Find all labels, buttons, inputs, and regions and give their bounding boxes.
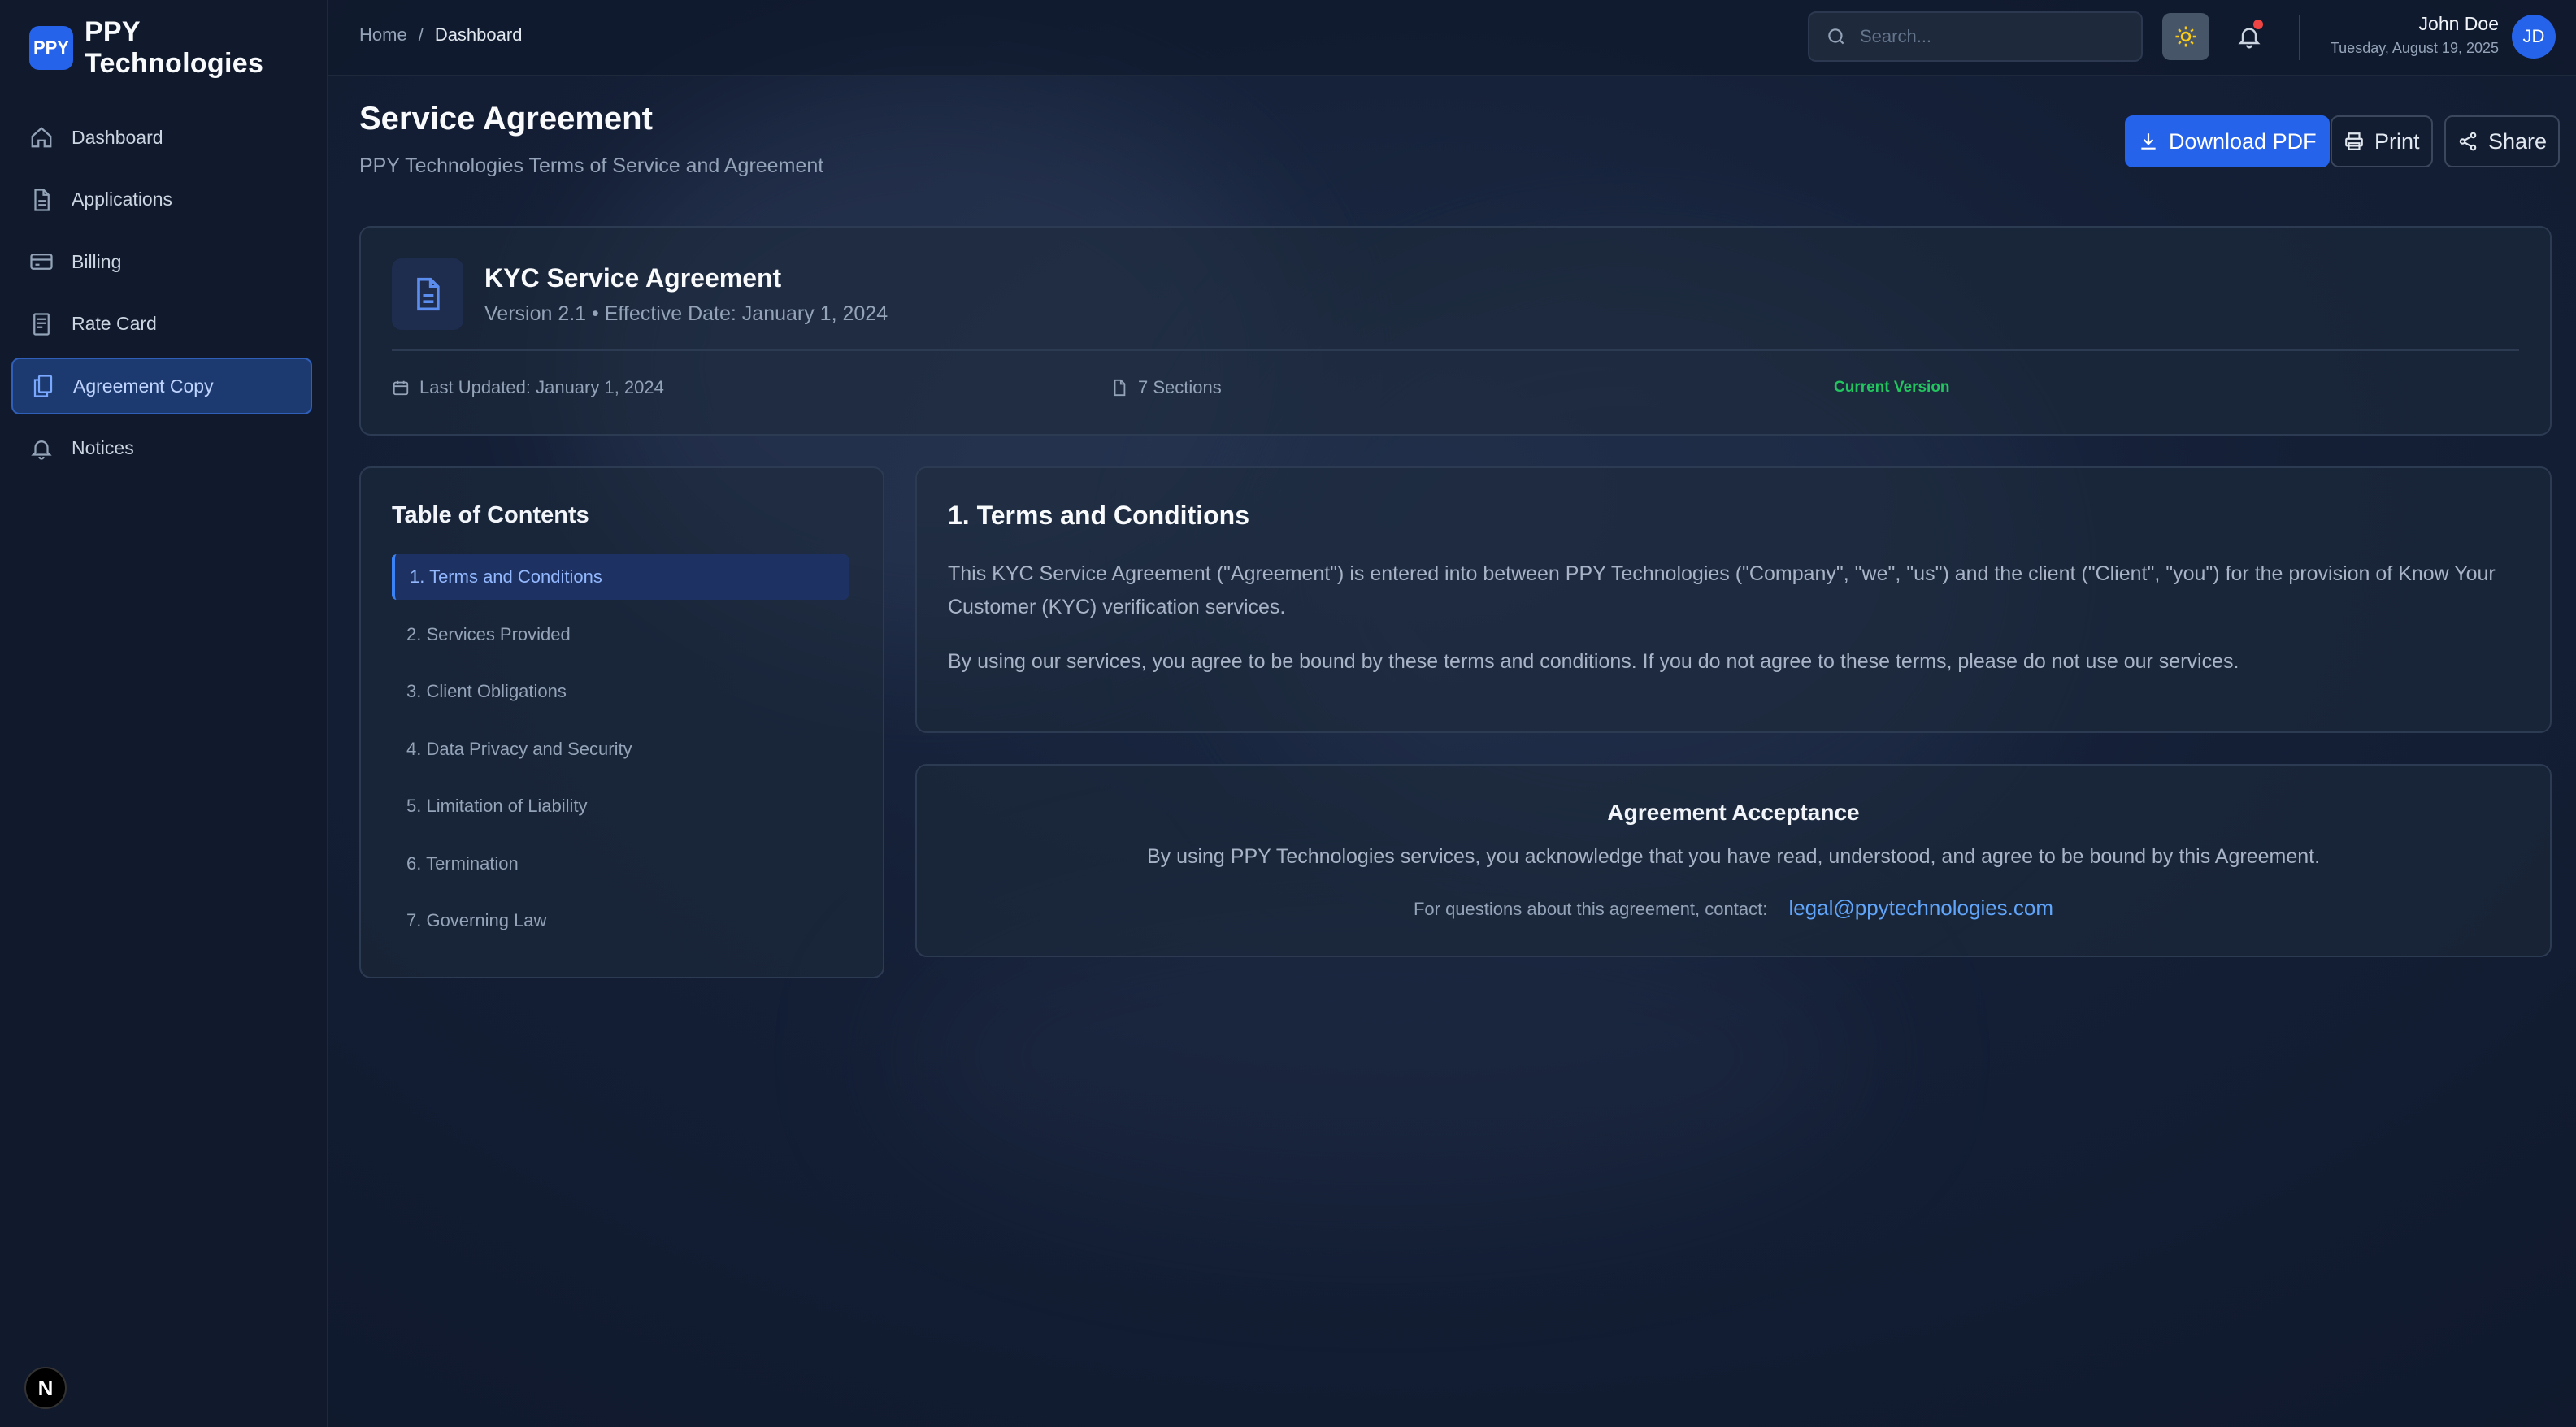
acceptance-text: By using PPY Technologies services, you … xyxy=(1146,845,2321,868)
toc-item-terms[interactable]: 1. Terms and Conditions xyxy=(392,554,849,600)
file-icon xyxy=(34,188,50,211)
calendar-icon xyxy=(393,380,409,396)
toc-item-obligations[interactable]: 3. Client Obligations xyxy=(392,669,849,714)
theme-toggle-button[interactable] xyxy=(2162,13,2209,60)
section-paragraph: This KYC Service Agreement ("Agreement")… xyxy=(948,562,2496,618)
topbar: Home / Dashboard John Doe Tuesday, Augus… xyxy=(328,0,2576,76)
breadcrumb-home[interactable]: Home xyxy=(359,24,407,46)
user-info[interactable]: John Doe Tuesday, August 19, 2025 xyxy=(2320,13,2499,57)
contact-prefix: For questions about this agreement, cont… xyxy=(1413,899,1768,919)
sidebar-item-label: Dashboard xyxy=(72,126,163,148)
sidebar: PPY PPY Technologies Dashboard Applicati… xyxy=(0,0,328,1427)
card-divider xyxy=(392,349,2519,351)
sidebar-item-rate-card[interactable]: Rate Card xyxy=(11,296,312,353)
sun-icon xyxy=(2175,26,2196,47)
brand-logo: PPY xyxy=(29,26,73,70)
user-name: John Doe xyxy=(2418,13,2499,34)
notifications-button[interactable] xyxy=(2229,16,2270,57)
download-pdf-button[interactable]: Download PDF xyxy=(2125,115,2330,167)
document-version: Version 2.1 • Effective Date: January 1,… xyxy=(484,302,888,325)
last-updated: Last Updated: January 1, 2024 xyxy=(392,377,664,398)
search-input[interactable] xyxy=(1860,26,2120,47)
section-count-text: 7 Sections xyxy=(1138,377,1222,397)
toc-list: 1. Terms and Conditions 2. Services Prov… xyxy=(392,554,849,956)
last-updated-text: Last Updated: January 1, 2024 xyxy=(419,377,664,397)
printer-icon xyxy=(2345,132,2363,150)
breadcrumb-current: Dashboard xyxy=(434,24,523,45)
page-subtitle: PPY Technologies Terms of Service and Ag… xyxy=(359,154,824,177)
page-title: Service Agreement xyxy=(359,101,653,137)
file-icon xyxy=(1114,379,1126,397)
section-count: 7 Sections xyxy=(1110,377,1222,398)
toc-item-privacy[interactable]: 4. Data Privacy and Security xyxy=(392,727,849,772)
divider xyxy=(2299,15,2300,60)
section-content: 1. Terms and Conditions This KYC Service… xyxy=(915,466,2552,733)
sidebar-item-billing[interactable]: Billing xyxy=(11,233,312,290)
sidebar-item-dashboard[interactable]: Dashboard xyxy=(11,109,312,166)
print-label: Print xyxy=(2374,128,2420,154)
sidebar-nav: Dashboard Applications Billing Rate Card… xyxy=(11,109,312,482)
document-card: KYC Service Agreement Version 2.1 • Effe… xyxy=(359,226,2552,436)
sidebar-item-agreement-copy[interactable]: Agreement Copy xyxy=(11,358,312,414)
sidebar-item-label: Notices xyxy=(72,437,134,458)
dev-tools-badge[interactable]: N xyxy=(24,1367,67,1409)
bell-icon xyxy=(31,440,52,460)
sidebar-item-label: Applications xyxy=(72,189,173,210)
receipt-icon xyxy=(33,312,50,336)
download-pdf-label: Download PDF xyxy=(2169,128,2317,154)
toc-item-liability[interactable]: 5. Limitation of Liability xyxy=(392,783,849,829)
document-icon xyxy=(417,277,440,311)
credit-card-icon xyxy=(30,254,53,270)
document-icon-box xyxy=(392,258,463,330)
copy-icon xyxy=(33,375,53,397)
print-button[interactable]: Print xyxy=(2331,115,2433,167)
acceptance-title: Agreement Acceptance xyxy=(1607,800,1860,825)
breadcrumb: Home / Dashboard xyxy=(359,24,522,46)
status-badge: Current Version xyxy=(1834,379,1950,396)
sidebar-item-notices[interactable]: Notices xyxy=(11,420,312,477)
share-button[interactable]: Share xyxy=(2444,115,2561,167)
download-icon xyxy=(2141,133,2156,150)
notification-dot xyxy=(2253,20,2263,29)
toc-item-termination[interactable]: 6. Termination xyxy=(392,841,849,887)
share-icon xyxy=(2459,132,2477,151)
search-box[interactable] xyxy=(1808,11,2143,62)
section-paragraph: By using our services, you agree to be b… xyxy=(948,650,2239,673)
sidebar-item-label: Billing xyxy=(72,250,122,272)
sidebar-item-applications[interactable]: Applications xyxy=(11,171,312,228)
toc-item-services[interactable]: 2. Services Provided xyxy=(392,612,849,657)
brand-name: PPY Technologies xyxy=(84,16,264,79)
section-title: 1. Terms and Conditions xyxy=(948,501,1249,530)
table-of-contents: Table of Contents 1. Terms and Condition… xyxy=(359,466,884,978)
sidebar-item-label: Rate Card xyxy=(72,313,157,334)
search-icon xyxy=(1828,28,1844,45)
toc-title: Table of Contents xyxy=(392,502,589,528)
share-label: Share xyxy=(2488,128,2548,154)
brand[interactable]: PPY PPY Technologies xyxy=(29,16,327,80)
contact-email-link[interactable]: legal@ppytechnologies.com xyxy=(1788,896,2053,920)
current-date: Tuesday, August 19, 2025 xyxy=(2330,40,2499,56)
contact-row: For questions about this agreement, cont… xyxy=(917,896,2550,921)
breadcrumb-separator: / xyxy=(418,24,424,45)
agreement-acceptance: Agreement Acceptance By using PPY Techno… xyxy=(915,764,2552,957)
document-title: KYC Service Agreement xyxy=(484,263,782,293)
sidebar-item-label: Agreement Copy xyxy=(73,375,214,397)
toc-item-governing-law[interactable]: 7. Governing Law xyxy=(392,898,849,943)
home-icon xyxy=(31,127,52,148)
avatar[interactable]: JD xyxy=(2512,15,2556,59)
